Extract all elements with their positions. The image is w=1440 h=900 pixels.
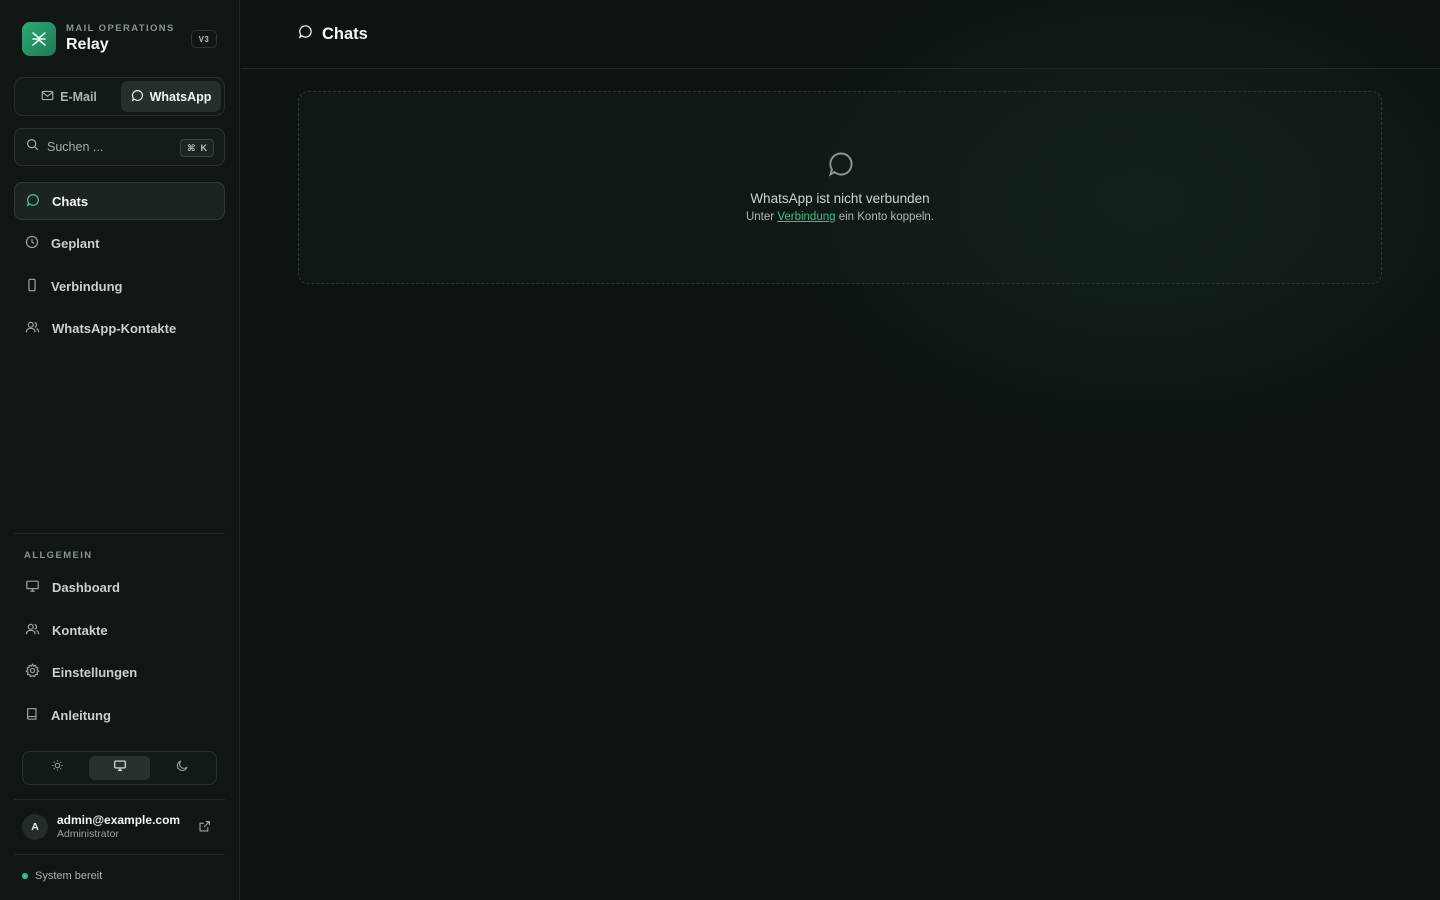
monitor-icon (113, 759, 127, 777)
chat-bubble-icon (827, 150, 855, 183)
avatar: A (22, 814, 48, 840)
smartphone-icon (25, 278, 39, 295)
chat-bubble-icon (298, 24, 313, 44)
sidebar-item-label: Verbindung (51, 278, 123, 294)
status-dot (22, 873, 28, 879)
sidebar-item-anleitung[interactable]: Anleitung (14, 696, 225, 734)
brand-name: Relay (66, 36, 109, 53)
users-icon (25, 320, 40, 337)
theme-switch (22, 751, 217, 785)
sidebar-item-label: Kontakte (52, 622, 108, 638)
empty-state-suffix: ein Konto koppeln. (838, 211, 934, 223)
brand-subtitle: MAIL OPERATIONS (66, 23, 175, 34)
system-status: System bereit (22, 870, 102, 882)
sidebar-divider (14, 799, 225, 800)
page-title: Chats (322, 24, 368, 43)
channel-whatsapp-label: WhatsApp (149, 89, 212, 104)
brand[interactable]: MAIL OPERATIONS Relay (22, 22, 175, 56)
version-badge: V3 (191, 30, 217, 48)
section-label-allgemein: ALLGEMEIN (24, 550, 93, 561)
main-content: Chats WhatsApp ist nicht verbunden Unter… (241, 0, 1440, 900)
sidebar-item-einstellungen[interactable]: Einstellungen (14, 653, 225, 691)
sidebar-item-geplant[interactable]: Geplant (14, 224, 225, 262)
channel-switch: E-Mail WhatsApp (14, 77, 225, 116)
book-icon (25, 706, 39, 724)
page-header: Chats (241, 0, 1440, 69)
shortcut-key: K (200, 143, 208, 153)
sidebar: MAIL OPERATIONS Relay V3 E-Mail WhatsApp… (0, 0, 240, 900)
channel-email-label: E-Mail (60, 89, 97, 104)
external-link-icon[interactable] (198, 820, 211, 838)
theme-system-button[interactable] (89, 756, 150, 780)
sidebar-item-chats[interactable]: Chats (14, 182, 225, 220)
search-placeholder: Suchen ... (47, 140, 104, 154)
clock-icon (25, 235, 39, 252)
status-text: System bereit (35, 870, 103, 882)
sidebar-item-label: Dashboard (52, 579, 120, 595)
theme-dark-button[interactable] (152, 756, 213, 780)
users-icon (25, 622, 40, 639)
sidebar-item-label: Einstellungen (52, 664, 138, 680)
verbindung-link[interactable]: Verbindung (777, 211, 835, 223)
search-shortcut: ⌘ K (180, 139, 214, 157)
empty-state-title: WhatsApp ist nicht verbunden (750, 191, 930, 206)
monitor-icon (25, 579, 40, 596)
shortcut-symbol: ⌘ (187, 142, 196, 153)
gear-icon (25, 663, 40, 681)
chat-bubble-icon (26, 193, 40, 210)
empty-state-subtitle: Unter Verbindung ein Konto koppeln. (299, 211, 1381, 223)
moon-icon (176, 759, 189, 777)
sidebar-divider (14, 854, 225, 855)
mail-icon (41, 89, 54, 105)
sidebar-item-label: WhatsApp-Kontakte (52, 320, 177, 336)
sidebar-item-label: Chats (52, 193, 89, 209)
sidebar-item-label: Geplant (51, 235, 100, 251)
sidebar-item-kontakte[interactable]: Kontakte (14, 611, 225, 649)
sun-icon (51, 759, 64, 777)
sidebar-item-whatsapp-kontakte[interactable]: WhatsApp-Kontakte (14, 309, 225, 347)
search-icon (26, 138, 39, 156)
empty-state-prefix: Unter (745, 211, 775, 223)
user-profile[interactable]: A admin@example.com Administrator (22, 813, 217, 843)
empty-state: WhatsApp ist nicht verbunden Unter Verbi… (298, 91, 1382, 284)
search-input[interactable]: Suchen ... ⌘ K (14, 128, 225, 166)
sidebar-item-verbindung[interactable]: Verbindung (14, 267, 225, 305)
sidebar-divider (14, 533, 225, 534)
chat-bubble-icon (131, 89, 144, 105)
relay-logo-icon (22, 22, 56, 56)
sidebar-item-label: Anleitung (51, 707, 111, 723)
user-email: admin@example.com (57, 813, 181, 827)
channel-email-button[interactable]: E-Mail (18, 81, 120, 112)
user-role: Administrator (57, 828, 119, 840)
theme-light-button[interactable] (27, 756, 88, 780)
channel-whatsapp-button[interactable]: WhatsApp (121, 81, 221, 112)
sidebar-item-dashboard[interactable]: Dashboard (14, 568, 225, 606)
